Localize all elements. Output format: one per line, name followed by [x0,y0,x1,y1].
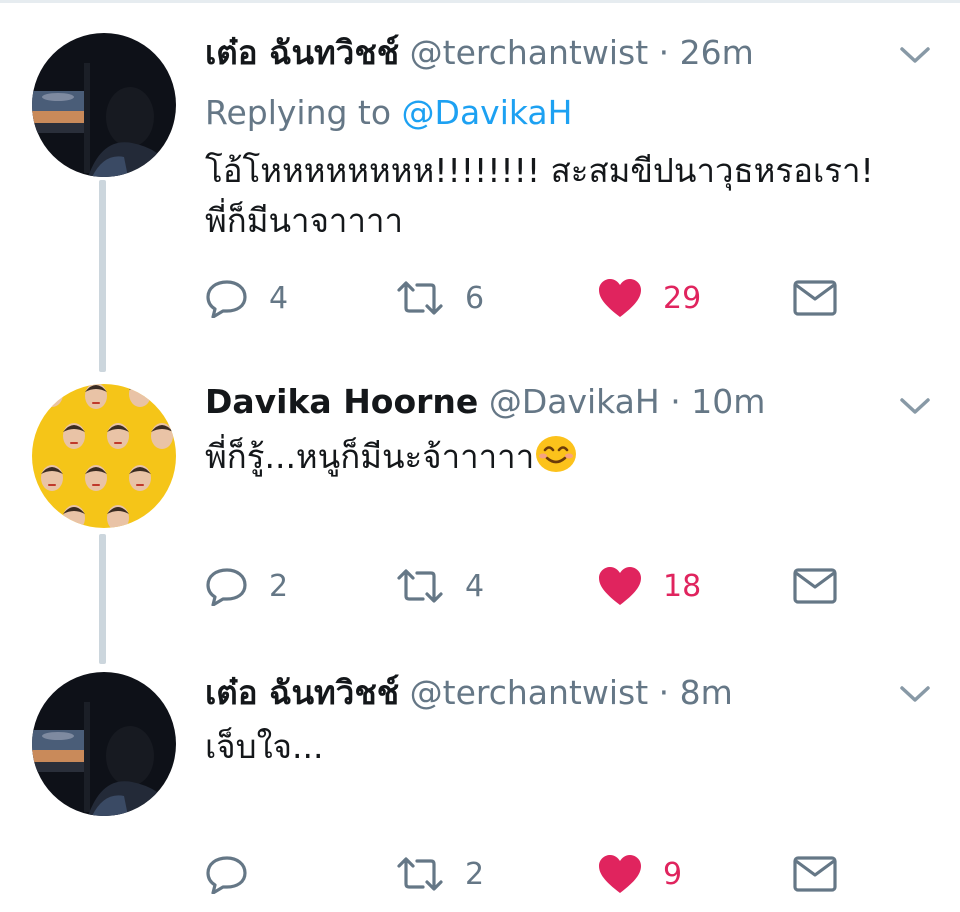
reply-button[interactable]: 4 [205,276,288,320]
retweet-icon [397,569,443,603]
like-button[interactable]: 18 [597,564,701,608]
user-handle[interactable]: @terchantwist [410,33,649,72]
tweet-text: โอ้โหหหหหหหห!!!!!!!! สะสมขีปนาวุธหรอเรา!… [205,146,874,246]
tweet-text-line: พี่ก็รู้...หนูก็มีนะจ้าาาาา [205,437,535,476]
avatar[interactable] [32,33,176,177]
tweet-actions: 4 6 29 [205,276,845,320]
like-button[interactable]: 9 [597,852,682,896]
smiling-face-emoji-icon [536,436,577,472]
reply-icon [206,856,247,894]
direct-message-button[interactable] [793,564,837,608]
tweet-text-line: โอ้โหหหหหหหห!!!!!!!! สะสมขีปนาวุธหรอเรา! [205,151,874,190]
top-divider [0,0,960,3]
display-name[interactable]: เต๋อ ฉันทวิชช์ [205,673,399,712]
tweet-actions: 2 4 18 [205,564,845,608]
retweet-count: 4 [465,568,485,604]
separator-dot: · [670,382,681,421]
tweet-header: Davika Hoorne @DavikaH · 10m [205,382,765,422]
user-handle[interactable]: @terchantwist [410,673,649,712]
like-heart-icon [599,855,641,893]
reply-icon [206,280,247,318]
reply-button[interactable] [205,852,269,896]
message-envelope-icon [793,568,837,604]
reply-count: 2 [269,568,289,604]
direct-message-button[interactable] [793,852,837,896]
timestamp[interactable]: 8m [680,673,733,712]
chevron-down-icon[interactable] [898,45,932,65]
direct-message-button[interactable] [793,276,837,320]
tweet-header: เต๋อ ฉันทวิชช์ @terchantwist · 26m [205,33,754,73]
chevron-down-icon[interactable] [898,396,932,416]
message-envelope-icon [793,280,837,316]
like-count: 29 [663,280,702,316]
avatar[interactable] [32,672,176,816]
retweet-icon [397,857,443,891]
chevron-down-icon[interactable] [898,684,932,704]
tweet-actions: 2 9 [205,852,845,896]
replying-to: Replying to @DavikaH [205,93,572,133]
tweet-text-line: พี่ก็มีนาจาาาา [205,201,404,240]
reply-button[interactable]: 2 [205,564,288,608]
reply-count: 4 [269,280,289,316]
thread-connector-line [99,180,106,372]
timestamp[interactable]: 10m [691,382,765,421]
separator-dot: · [658,33,670,72]
display-name[interactable]: เต๋อ ฉันทวิชช์ [205,33,399,72]
thread-connector-line [99,534,106,664]
tweet-header: เต๋อ ฉันทวิชช์ @terchantwist · 8m [205,673,733,713]
retweet-button[interactable]: 6 [395,276,484,320]
retweet-button[interactable]: 2 [395,852,484,896]
retweet-count: 2 [465,856,485,892]
tweet-text: เจ็บใจ... [205,722,323,772]
replying-to-label: Replying to [205,93,392,132]
like-button[interactable]: 29 [597,276,701,320]
separator-dot: · [658,673,670,712]
mention-link[interactable]: @DavikaH [402,93,573,132]
user-handle[interactable]: @DavikaH [489,382,660,421]
like-heart-icon [599,567,641,605]
retweet-button[interactable]: 4 [395,564,484,608]
reply-icon [206,568,247,606]
retweet-icon [397,281,443,315]
message-envelope-icon [793,856,837,892]
tweet-text-line: เจ็บใจ... [205,727,324,766]
like-count: 18 [663,568,702,604]
avatar[interactable] [32,384,176,528]
retweet-count: 6 [465,280,485,316]
like-count: 9 [663,856,683,892]
display-name[interactable]: Davika Hoorne [205,382,478,421]
timestamp[interactable]: 26m [680,33,754,72]
tweet-text: พี่ก็รู้...หนูก็มีนะจ้าาาาา [205,432,578,482]
like-heart-icon [599,279,641,317]
